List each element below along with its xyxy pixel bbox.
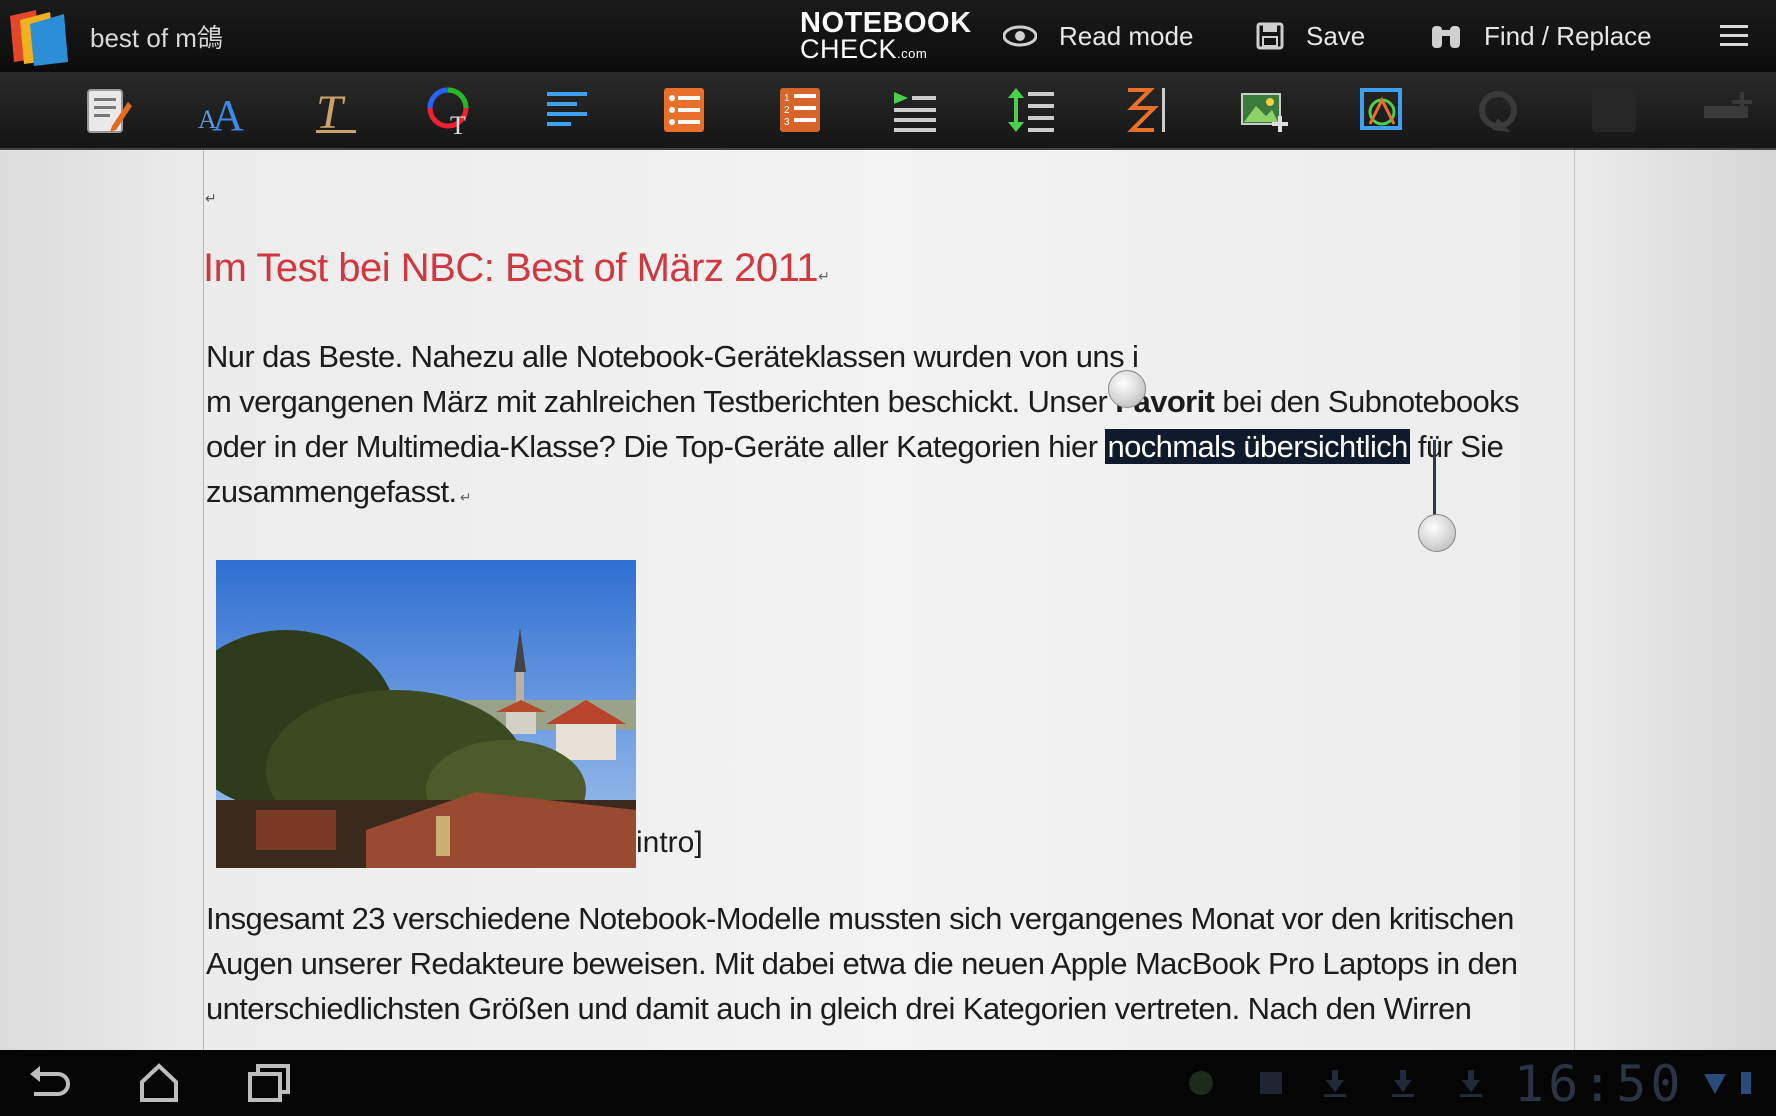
indent-icon[interactable] bbox=[888, 82, 944, 138]
line-spacing-icon[interactable] bbox=[1004, 82, 1060, 138]
download-icon[interactable] bbox=[1322, 1068, 1348, 1098]
numbered-list-icon[interactable]: 1 2 3 bbox=[772, 82, 828, 138]
document-canvas[interactable]: ↵ Im Test bei NBC: Best of März 2011↵ Nu… bbox=[0, 150, 1776, 1050]
read-mode-label: Read mode bbox=[1059, 20, 1194, 51]
notebookcheck-logo: NOTEBOOK CHECK.com bbox=[800, 7, 972, 64]
overflow-menu-icon[interactable] bbox=[1718, 22, 1750, 50]
notification-doc-icon[interactable] bbox=[1256, 1068, 1286, 1098]
eye-icon bbox=[1003, 25, 1037, 47]
blank-tool-icon[interactable] bbox=[1586, 82, 1642, 138]
font-size-icon[interactable]: A A bbox=[194, 82, 250, 138]
find-replace-button[interactable]: Find / Replace bbox=[1430, 16, 1652, 56]
selection-handle-stem bbox=[1433, 440, 1436, 516]
paragraph-body[interactable]: Insgesamt 23 verschiedene Notebook-Model… bbox=[206, 896, 1566, 1031]
svg-text:A: A bbox=[212, 91, 244, 138]
download-icon[interactable] bbox=[1458, 1068, 1484, 1098]
document-heading[interactable]: Im Test bei NBC: Best of März 2011↵ bbox=[203, 246, 830, 291]
svg-text:T: T bbox=[450, 111, 466, 138]
document-title: best of m鴿 bbox=[90, 23, 223, 53]
find-replace-label: Find / Replace bbox=[1484, 20, 1652, 51]
page-break-icon[interactable] bbox=[1120, 82, 1176, 138]
recent-apps-icon[interactable] bbox=[244, 1060, 294, 1106]
download-icon[interactable] bbox=[1390, 1068, 1416, 1098]
bullet-list-icon[interactable] bbox=[656, 82, 712, 138]
floppy-disk-icon bbox=[1256, 22, 1284, 50]
paragraph-intro[interactable]: Nur das Beste. Nahezu alle Notebook-Gerä… bbox=[206, 334, 1566, 520]
selection-end-handle[interactable] bbox=[1418, 514, 1456, 552]
system-clock[interactable]: 16:50 bbox=[1514, 1055, 1685, 1113]
undo-icon[interactable] bbox=[1470, 82, 1526, 138]
svg-text:3: 3 bbox=[784, 117, 790, 128]
text-selection[interactable]: nochmals übersichtlich bbox=[1105, 429, 1410, 464]
home-icon[interactable] bbox=[134, 1060, 184, 1106]
image-frame-icon[interactable] bbox=[1354, 82, 1410, 138]
align-icon[interactable] bbox=[541, 82, 597, 138]
svg-text:1: 1 bbox=[784, 93, 790, 104]
app-logo-icon[interactable] bbox=[6, 6, 68, 66]
table-icon[interactable] bbox=[1700, 82, 1756, 138]
text-style-icon[interactable]: T bbox=[308, 82, 364, 138]
read-mode-button[interactable]: Read mode bbox=[1003, 16, 1193, 56]
inline-photo[interactable] bbox=[216, 560, 636, 868]
save-button[interactable]: Save bbox=[1256, 16, 1365, 56]
image-caption: intro] bbox=[636, 826, 703, 859]
notification-app-icon[interactable] bbox=[1186, 1068, 1216, 1098]
back-icon[interactable] bbox=[24, 1060, 74, 1106]
edit-note-icon[interactable] bbox=[80, 82, 136, 138]
system-navigation-bar: 16:50 bbox=[0, 1050, 1776, 1116]
selection-start-handle[interactable] bbox=[1108, 370, 1146, 408]
page-margin-right bbox=[1574, 150, 1575, 1050]
battery-icon bbox=[1741, 1072, 1751, 1094]
action-bar: best of m鴿 NOTEBOOK CHECK.com Read mode … bbox=[0, 0, 1776, 72]
insert-image-icon[interactable] bbox=[1236, 82, 1292, 138]
wifi-icon bbox=[1704, 1074, 1726, 1094]
text-color-icon[interactable]: T bbox=[424, 82, 480, 138]
paragraph-mark: ↵ bbox=[205, 190, 217, 206]
svg-text:2: 2 bbox=[784, 105, 790, 116]
binoculars-icon bbox=[1432, 26, 1460, 48]
formatting-toolbar: A A T T 1 2 3 bbox=[0, 72, 1776, 150]
save-label: Save bbox=[1306, 20, 1366, 51]
